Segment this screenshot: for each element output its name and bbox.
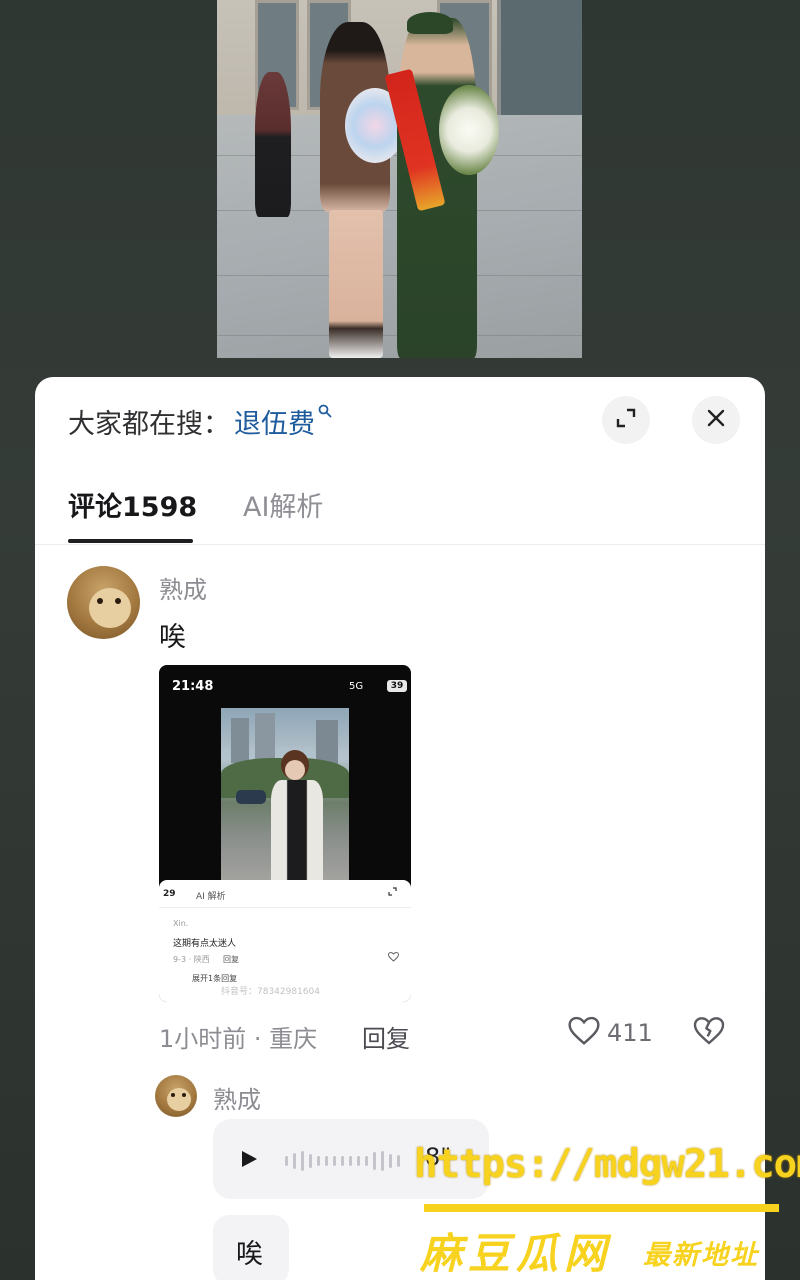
tab-comments[interactable]: 评论1598	[68, 485, 197, 524]
close-icon	[706, 408, 726, 432]
close-button[interactable]	[692, 396, 740, 444]
embed-battery: 39	[387, 680, 407, 692]
like-count: 411	[607, 1019, 653, 1047]
embed-status-time: 21:48	[172, 679, 214, 694]
watermark-subtitle: 最新地址	[643, 1240, 759, 1271]
dislike-icon[interactable]	[693, 1016, 725, 1050]
pedestrian	[255, 72, 291, 217]
embed-expand-replies: 展开1条回复	[192, 974, 238, 983]
embed-expand-icon	[388, 887, 397, 899]
embed-photo	[221, 708, 349, 880]
embed-comment-panel: 29 AI 解析 Xin. 这期有点太迷人 9-3 · 陕西 回复 展开1条回复…	[159, 880, 411, 1002]
play-icon[interactable]	[239, 1149, 259, 1173]
video-frame[interactable]	[217, 0, 582, 358]
soldier-cap	[407, 12, 453, 34]
reply-text: 唉	[236, 1239, 263, 1270]
embed-watermark: 抖音号：78342981604	[221, 987, 320, 997]
embed-heart-icon	[387, 951, 400, 965]
heart-icon[interactable]	[567, 1016, 601, 1050]
white-bouquet	[439, 85, 499, 175]
search-prefix: 大家都在搜：	[68, 408, 230, 440]
embed-network: 5G	[349, 681, 364, 692]
comment-text: 唉	[159, 622, 186, 653]
reply-text-bubble: 唉	[213, 1215, 289, 1280]
woman-legs	[329, 210, 383, 358]
expand-button[interactable]	[602, 396, 650, 444]
comment-image[interactable]: 21:48 5G 39 29 AI 解析 Xin. 这期有点太迷人 9-3 · …	[159, 665, 411, 1002]
watermark-divider	[424, 1204, 779, 1212]
search-term-link[interactable]: 退伍费	[234, 402, 315, 441]
reply-avatar[interactable]	[155, 1075, 197, 1117]
trending-search[interactable]: 大家都在搜： 退伍费	[68, 402, 332, 441]
tab-bar: 评论1598 AI解析	[35, 477, 765, 545]
search-icon[interactable]	[318, 403, 332, 423]
comment-username[interactable]: 熟成	[159, 570, 207, 605]
comment-time-location: 1小时前 · 重庆	[159, 1025, 318, 1053]
watermark-brand: 麻豆瓜网	[420, 1229, 613, 1278]
expand-icon	[615, 407, 637, 433]
avatar[interactable]	[67, 566, 140, 639]
embed-tab-ai: AI 解析	[196, 892, 226, 902]
embed-meta: 9-3 · 陕西	[173, 955, 210, 964]
reply-button[interactable]: 回复	[362, 1019, 410, 1054]
embed-reply: 回复	[223, 955, 239, 964]
embed-comment-text: 这期有点太迷人	[173, 939, 237, 949]
embed-tab-count: 29	[163, 889, 176, 899]
watermark-url: https://mdgw21.com	[414, 1142, 800, 1187]
tab-active-indicator	[68, 539, 193, 543]
tab-ai-analysis[interactable]: AI解析	[243, 485, 323, 524]
reply-username[interactable]: 熟成	[213, 1080, 261, 1115]
embed-username: Xin.	[173, 919, 189, 928]
